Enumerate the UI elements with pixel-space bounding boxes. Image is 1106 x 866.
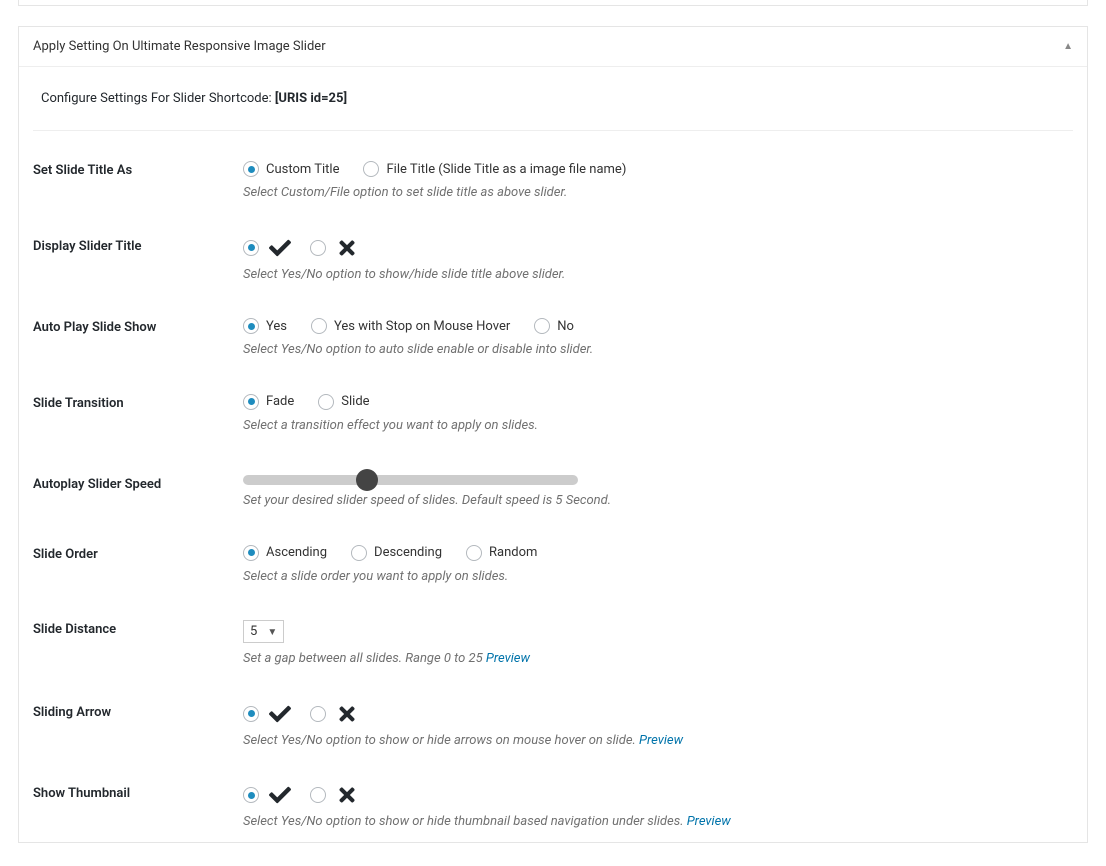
label-transition: Slide Transition (33, 394, 243, 411)
label-speed: Autoplay Slider Speed (33, 469, 243, 492)
check-icon (266, 784, 294, 806)
radio-dot[interactable] (534, 318, 550, 334)
x-icon (333, 703, 361, 725)
radio-label: Custom Title (266, 162, 339, 177)
radio-dot[interactable] (351, 545, 367, 561)
preview-link-thumbnail[interactable]: Preview (687, 814, 731, 829)
label-order: Slide Order (33, 545, 243, 562)
help-order: Select a slide order you want to apply o… (243, 567, 1073, 587)
preview-link-arrow[interactable]: Preview (639, 733, 683, 748)
collapse-icon[interactable]: ▲ (1063, 41, 1073, 52)
shortcode-info: Configure Settings For Slider Shortcode:… (33, 85, 1073, 131)
label-thumbnail: Show Thumbnail (33, 784, 243, 801)
help-transition: Select a transition effect you want to a… (243, 416, 1073, 436)
speed-slider-handle[interactable] (356, 469, 378, 491)
preview-link-distance[interactable]: Preview (486, 651, 530, 666)
row-speed: Autoplay Slider Speed Set your desired s… (33, 469, 1073, 511)
help-display-slider-title: Select Yes/No option to show/hide slide … (243, 265, 1073, 285)
label-autoplay: Auto Play Slide Show (33, 318, 243, 335)
row-sliding-arrow: Sliding Arrow Select Yes/No option (33, 703, 1073, 751)
label-slide-title-as: Set Slide Title As (33, 161, 243, 178)
radio-dot[interactable] (318, 394, 334, 410)
radio-label: File Title (Slide Title as a image file … (386, 162, 626, 177)
radio-arrow-yes[interactable] (243, 703, 294, 725)
help-sliding-arrow-text: Select Yes/No option to show or hide arr… (243, 733, 639, 748)
radio-arrow-no[interactable] (310, 703, 361, 725)
row-slide-title-as: Set Slide Title As Custom Title File Tit… (33, 161, 1073, 203)
help-autoplay: Select Yes/No option to auto slide enabl… (243, 340, 1073, 360)
radio-dot[interactable] (243, 240, 259, 256)
radio-label: Slide (341, 394, 369, 409)
radio-label: Ascending (266, 545, 327, 560)
x-icon (333, 237, 361, 259)
radio-file-title[interactable]: File Title (Slide Title as a image file … (363, 161, 626, 177)
radio-order-random[interactable]: Random (466, 545, 537, 561)
radio-label: Fade (266, 394, 294, 409)
check-icon (266, 237, 294, 259)
row-autoplay: Auto Play Slide Show Yes Yes with Stop o… (33, 318, 1073, 360)
row-order: Slide Order Ascending Descending (33, 545, 1073, 587)
radio-dot[interactable] (243, 394, 259, 410)
row-thumbnail: Show Thumbnail Select Yes/No optio (33, 784, 1073, 832)
radio-label: Random (489, 545, 537, 560)
settings-panel: Apply Setting On Ultimate Responsive Ima… (18, 26, 1088, 843)
distance-select[interactable]: 5▼ (243, 620, 284, 643)
radio-label: Descending (374, 545, 442, 560)
radio-dot[interactable] (311, 318, 327, 334)
label-sliding-arrow: Sliding Arrow (33, 703, 243, 720)
radio-order-desc[interactable]: Descending (351, 545, 442, 561)
radio-custom-title[interactable]: Custom Title (243, 161, 339, 177)
radio-display-yes[interactable] (243, 237, 294, 259)
radio-display-no[interactable] (310, 237, 361, 259)
radio-dot[interactable] (466, 545, 482, 561)
prev-panel-edge (18, 0, 1088, 6)
radio-dot[interactable] (243, 787, 259, 803)
shortcode-value: [URIS id=25] (275, 91, 347, 106)
help-speed: Set your desired slider speed of slides.… (243, 491, 1073, 511)
radio-dot[interactable] (310, 240, 326, 256)
radio-label: Yes with Stop on Mouse Hover (334, 319, 510, 334)
radio-autoplay-no[interactable]: No (534, 318, 574, 334)
radio-dot[interactable] (310, 706, 326, 722)
row-distance: Slide Distance 5▼ Set a gap between all … (33, 620, 1073, 669)
shortcode-prefix: Configure Settings For Slider Shortcode: (41, 91, 275, 106)
radio-dot[interactable] (243, 161, 259, 177)
label-distance: Slide Distance (33, 620, 243, 637)
radio-autoplay-yes[interactable]: Yes (243, 318, 287, 334)
help-thumbnail: Select Yes/No option to show or hide thu… (243, 812, 1073, 832)
panel-title: Apply Setting On Ultimate Responsive Ima… (33, 39, 326, 54)
radio-dot[interactable] (243, 318, 259, 334)
row-display-slider-title: Display Slider Title Select Yes/No optio… (33, 237, 1073, 285)
radio-label: No (557, 319, 574, 334)
panel-header[interactable]: Apply Setting On Ultimate Responsive Ima… (19, 27, 1087, 67)
radio-dot[interactable] (363, 161, 379, 177)
label-display-slider-title: Display Slider Title (33, 237, 243, 254)
check-icon (266, 703, 294, 725)
distance-value: 5 (250, 624, 257, 639)
radio-dot[interactable] (243, 706, 259, 722)
radio-dot[interactable] (243, 545, 259, 561)
radio-autoplay-yes-stop[interactable]: Yes with Stop on Mouse Hover (311, 318, 510, 334)
radio-transition-fade[interactable]: Fade (243, 394, 294, 410)
radio-dot[interactable] (310, 787, 326, 803)
help-sliding-arrow: Select Yes/No option to show or hide arr… (243, 731, 1073, 751)
help-slide-title-as: Select Custom/File option to set slide t… (243, 183, 1073, 203)
chevron-down-icon: ▼ (267, 627, 277, 638)
help-thumbnail-text: Select Yes/No option to show or hide thu… (243, 814, 687, 829)
x-icon (333, 784, 361, 806)
radio-thumb-yes[interactable] (243, 784, 294, 806)
row-transition: Slide Transition Fade Slide Select a tra… (33, 394, 1073, 436)
speed-slider-track[interactable] (243, 475, 578, 485)
radio-transition-slide[interactable]: Slide (318, 394, 369, 410)
help-distance-text: Set a gap between all slides. Range 0 to… (243, 651, 486, 666)
radio-order-asc[interactable]: Ascending (243, 545, 327, 561)
radio-label: Yes (266, 319, 287, 334)
radio-thumb-no[interactable] (310, 784, 361, 806)
help-distance: Set a gap between all slides. Range 0 to… (243, 649, 1073, 669)
